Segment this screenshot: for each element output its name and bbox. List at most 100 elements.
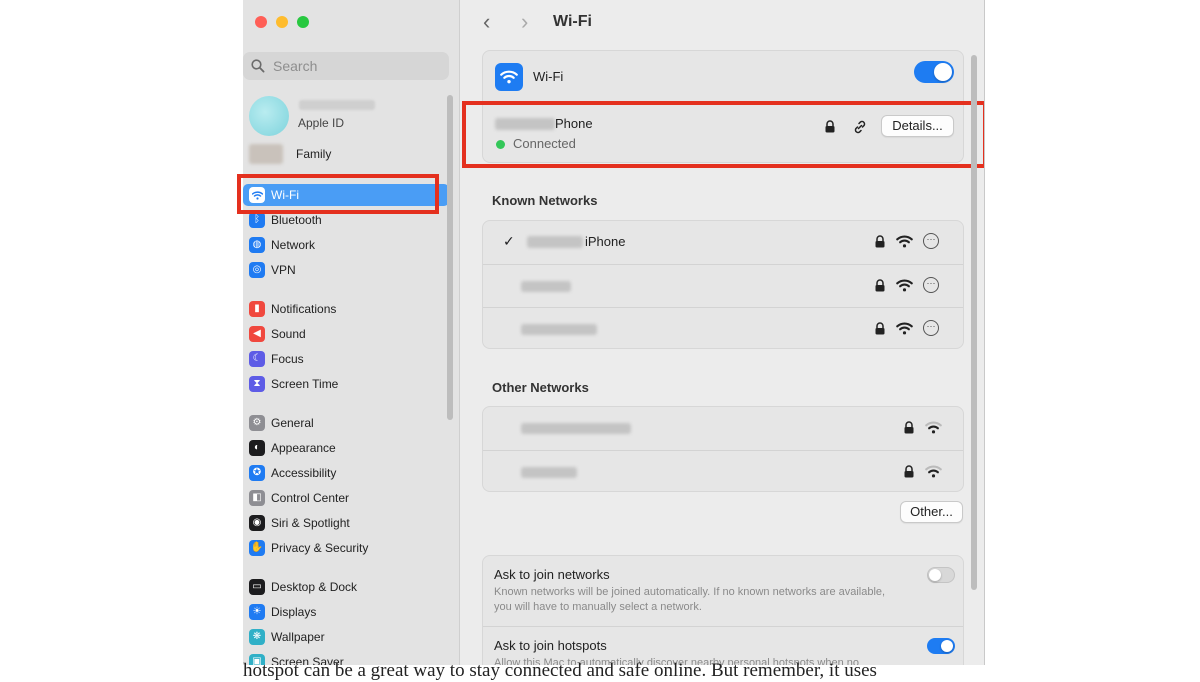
list-item[interactable]	[483, 407, 963, 450]
sidebar-item-sound[interactable]: ◀ Sound	[243, 323, 449, 345]
search-icon	[251, 59, 265, 73]
sidebar-item-label: Bluetooth	[271, 213, 322, 227]
more-options-icon[interactable]: ···	[923, 277, 939, 293]
current-network-row[interactable]: Phone Connected Details...	[483, 103, 963, 163]
lock-icon	[875, 322, 885, 335]
sidebar-item-general[interactable]: ⚙ General	[243, 412, 449, 434]
sidebar-item-screen-time[interactable]: ⧗ Screen Time	[243, 373, 449, 395]
window-controls	[255, 16, 309, 28]
sidebar-item-displays[interactable]: ☀ Displays	[243, 601, 449, 623]
sun-icon: ☀	[249, 604, 265, 620]
search-field[interactable]	[243, 52, 449, 80]
network-name-redacted	[495, 118, 555, 130]
sidebar-item-network[interactable]: ◍ Network	[243, 234, 449, 256]
sidebar-item-label: Wi-Fi	[271, 188, 299, 202]
sidebar-scrollbar[interactable]	[447, 95, 453, 420]
wifi-signal-weak-icon	[925, 465, 942, 478]
wifi-signal-weak-icon	[925, 421, 942, 434]
family-label: Family	[296, 147, 332, 161]
sidebar-item-label: Displays	[271, 605, 317, 619]
other-networks-heading: Other Networks	[492, 380, 589, 395]
lock-icon	[904, 421, 914, 434]
sidebar-item-control-center[interactable]: ◧ Control Center	[243, 487, 449, 509]
known-networks-heading: Known Networks	[492, 193, 598, 208]
checkmark-icon: ✓	[503, 233, 515, 249]
sidebar-item-vpn[interactable]: ◎ VPN	[243, 259, 449, 281]
lock-icon	[825, 120, 835, 133]
network-name-redacted	[521, 423, 631, 434]
network-name-redacted	[521, 467, 577, 478]
sidebar: Apple ID Family Wi-Fi ᛒ Bluetooth ◍ Netw…	[243, 0, 460, 665]
hand-icon: ✋	[249, 540, 265, 556]
lock-icon	[875, 235, 885, 248]
family-item[interactable]: Family	[249, 144, 449, 164]
apple-id-account[interactable]: Apple ID	[249, 96, 449, 136]
sidebar-item-wifi[interactable]: Wi-Fi	[243, 184, 449, 206]
more-options-icon[interactable]: ···	[923, 320, 939, 336]
sidebar-item-siri-spotlight[interactable]: ◉ Siri & Spotlight	[243, 512, 449, 534]
sidebar-item-privacy-security[interactable]: ✋ Privacy & Security	[243, 537, 449, 559]
sidebar-item-label: Network	[271, 238, 316, 252]
close-button[interactable]	[255, 16, 267, 28]
sidebar-item-label: Wallpaper	[271, 630, 325, 644]
search-input[interactable]	[271, 57, 435, 75]
network-name-redacted	[521, 324, 597, 335]
sidebar-item-desktop-dock[interactable]: ▭ Desktop & Dock	[243, 576, 449, 598]
connection-status: Connected	[513, 136, 576, 151]
other-network-button[interactable]: Other...	[900, 501, 963, 523]
globe-icon: ◍	[249, 237, 265, 253]
list-item[interactable]	[483, 450, 963, 493]
bell-icon: ▮	[249, 301, 265, 317]
lock-icon	[875, 279, 885, 292]
sidebar-item-appearance[interactable]: ◐ Appearance	[243, 437, 449, 459]
control-center-icon: ◧	[249, 490, 265, 506]
lock-icon	[904, 465, 914, 478]
list-item[interactable]: ···	[483, 264, 963, 307]
account-name-redacted	[299, 100, 375, 110]
sidebar-item-wallpaper[interactable]: ❋ Wallpaper	[243, 626, 449, 648]
ask-networks-toggle[interactable]	[927, 567, 955, 583]
wifi-icon	[495, 63, 523, 91]
current-network-name: Phone	[555, 116, 593, 131]
link-icon	[854, 120, 866, 134]
ask-networks-title: Ask to join networks	[494, 567, 610, 582]
wifi-toggle[interactable]	[914, 61, 954, 83]
avatar	[249, 96, 289, 136]
ask-networks-description: Known networks will be joined automatica…	[494, 586, 886, 613]
speaker-icon: ◀	[249, 326, 265, 342]
ask-networks-row: Ask to join networks Known networks will…	[483, 556, 963, 626]
sidebar-item-accessibility[interactable]: ✪ Accessibility	[243, 462, 449, 484]
zoom-button[interactable]	[297, 16, 309, 28]
sidebar-item-focus[interactable]: ☾ Focus	[243, 348, 449, 370]
sidebar-item-notifications[interactable]: ▮ Notifications	[243, 298, 449, 320]
network-name-redacted	[527, 236, 583, 248]
vpn-icon: ◎	[249, 262, 265, 278]
ask-to-join-card: Ask to join networks Known networks will…	[482, 555, 964, 665]
wifi-label: Wi-Fi	[533, 69, 564, 84]
forward-chevron-icon[interactable]: ›	[521, 11, 528, 33]
main-scrollbar[interactable]	[971, 55, 977, 590]
apple-id-label: Apple ID	[298, 116, 345, 130]
network-name-redacted	[521, 281, 571, 292]
details-button[interactable]: Details...	[881, 115, 954, 137]
back-chevron-icon[interactable]: ‹	[483, 11, 490, 33]
hourglass-icon: ⧗	[249, 376, 265, 392]
ask-hotspots-toggle[interactable]	[927, 638, 955, 654]
sidebar-item-label: Appearance	[271, 441, 336, 455]
known-networks-list: ✓ iPhone ··· ··· ···	[482, 220, 964, 349]
minimize-button[interactable]	[276, 16, 288, 28]
wifi-toggle-row: Wi-Fi	[483, 51, 963, 103]
sidebar-item-label: Desktop & Dock	[271, 580, 358, 594]
wifi-signal-icon	[896, 322, 913, 335]
gear-icon: ⚙	[249, 415, 265, 431]
other-networks-list	[482, 406, 964, 492]
dock-icon: ▭	[249, 579, 265, 595]
sidebar-item-label: Privacy & Security	[271, 541, 369, 555]
list-item[interactable]: ···	[483, 307, 963, 350]
sidebar-item-bluetooth[interactable]: ᛒ Bluetooth	[243, 209, 449, 231]
list-item[interactable]: ✓ iPhone ···	[483, 221, 963, 264]
ask-hotspots-title: Ask to join hotspots	[494, 638, 607, 653]
sidebar-item-label: General	[271, 416, 314, 430]
sidebar-item-label: Siri & Spotlight	[271, 516, 350, 530]
more-options-icon[interactable]: ···	[923, 233, 939, 249]
